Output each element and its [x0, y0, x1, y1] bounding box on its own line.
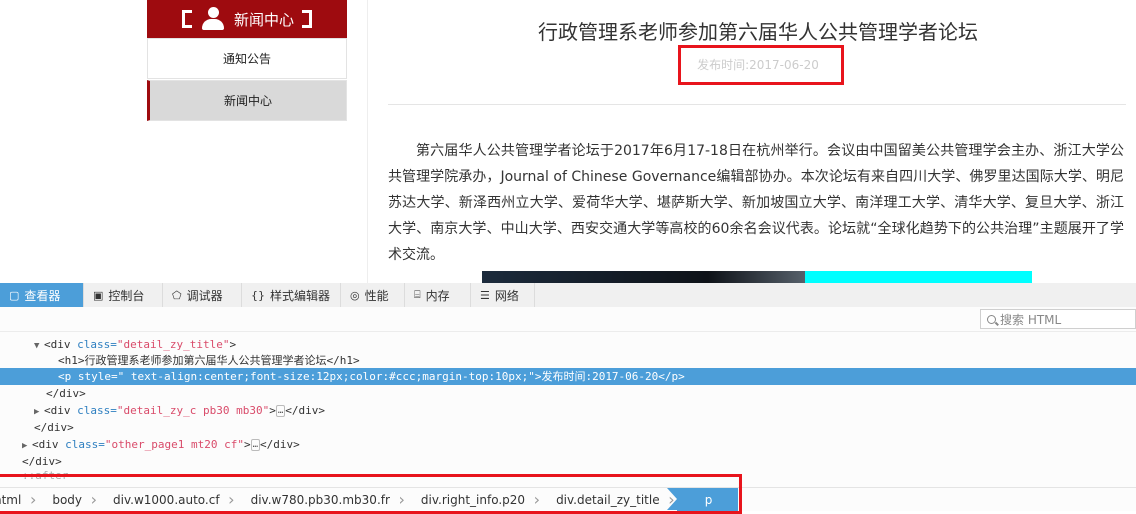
sidebar-item-notices[interactable]: 通知公告	[147, 38, 347, 79]
sidebar-item-news[interactable]: 新闻中心	[147, 80, 347, 121]
highlight-box-breadcrumb	[0, 474, 742, 514]
collapsed-content-icon[interactable]: …	[250, 439, 260, 451]
tab-style-editor[interactable]: {} 样式编辑器	[242, 283, 341, 307]
person-icon	[200, 7, 226, 31]
network-icon: ☰	[480, 288, 490, 302]
markup-line-close[interactable]: </div>	[0, 385, 1136, 402]
search-html-input[interactable]: 搜索 HTML	[980, 309, 1136, 329]
tab-label: 性能	[364, 288, 389, 303]
style-editor-icon: {}	[251, 288, 265, 302]
search-icon	[987, 314, 996, 324]
content-divider	[367, 0, 368, 283]
debugger-icon: ⬠	[172, 288, 182, 302]
article-title: 行政管理系老师参加第六届华人公共管理学者论坛	[538, 20, 978, 44]
tab-network[interactable]: ☰ 网络	[471, 283, 535, 307]
highlight-box-date	[678, 45, 844, 85]
performance-icon: ◎	[350, 288, 360, 302]
article-body: 第六届华人公共管理学者论坛于2017年6月17-18日在杭州举行。会议由中国留美…	[388, 143, 1124, 263]
markup-line-selected-p[interactable]: <p style=" text-align:center;font-size:1…	[0, 368, 1136, 385]
inspector-icon: ▢	[9, 288, 20, 302]
tab-label: 控制台	[108, 288, 145, 303]
tab-label: 样式编辑器	[270, 288, 331, 303]
memory-icon: ⌸	[414, 288, 421, 301]
devtools-tabbar: ▢ 查看器 ▣ 控制台 ⬠ 调试器 {} 样式编辑器 ◎ 性能 ⌸ 内存 ☰ 网…	[0, 283, 1136, 308]
sidebar-header-label: 新闻中心	[233, 10, 294, 29]
tab-performance[interactable]: ◎ 性能	[341, 283, 405, 307]
sidebar-item-label: 通知公告	[222, 52, 271, 66]
markup-line-detail-title[interactable]: ▼ <div class="detail_zy_title">	[0, 336, 1136, 353]
console-icon: ▣	[93, 288, 104, 302]
title-separator	[388, 104, 1126, 105]
markup-line-other-page[interactable]: ▶ <div class="other_page1 mt20 cf">… </div…	[0, 436, 1136, 453]
collapsed-content-icon[interactable]: …	[275, 405, 286, 417]
devtools-toolbar	[0, 307, 1136, 332]
tab-debugger[interactable]: ⬠ 调试器	[163, 283, 242, 307]
tab-label: 调试器	[186, 288, 223, 303]
sidebar-item-label: 新闻中心	[223, 94, 272, 108]
markup-line-h1[interactable]: <h1>行政管理系老师参加第六届华人公共管理学者论坛</h1>	[0, 352, 1136, 369]
sidebar-header: 新闻中心	[147, 0, 347, 38]
tab-label: 网络	[494, 288, 519, 303]
tab-inspector[interactable]: ▢ 查看器	[0, 283, 84, 307]
search-placeholder: 搜索 HTML	[1000, 312, 1062, 327]
markup-line-close[interactable]: </div>	[0, 419, 1136, 436]
bracket-left-icon	[181, 10, 192, 28]
tab-label: 内存	[425, 288, 450, 303]
article-image-cyan-region	[805, 271, 1032, 283]
article-image	[482, 271, 805, 283]
markup-line-close[interactable]: </div>	[0, 453, 1136, 470]
tab-label: 查看器	[24, 288, 61, 303]
tab-console[interactable]: ▣ 控制台	[84, 283, 163, 307]
tab-memory[interactable]: ⌸ 内存	[405, 283, 471, 307]
bracket-right-icon	[302, 10, 312, 28]
markup-line-detail-c[interactable]: ▶ <div class="detail_zy_c pb30 mb30">… </d…	[0, 402, 1136, 419]
